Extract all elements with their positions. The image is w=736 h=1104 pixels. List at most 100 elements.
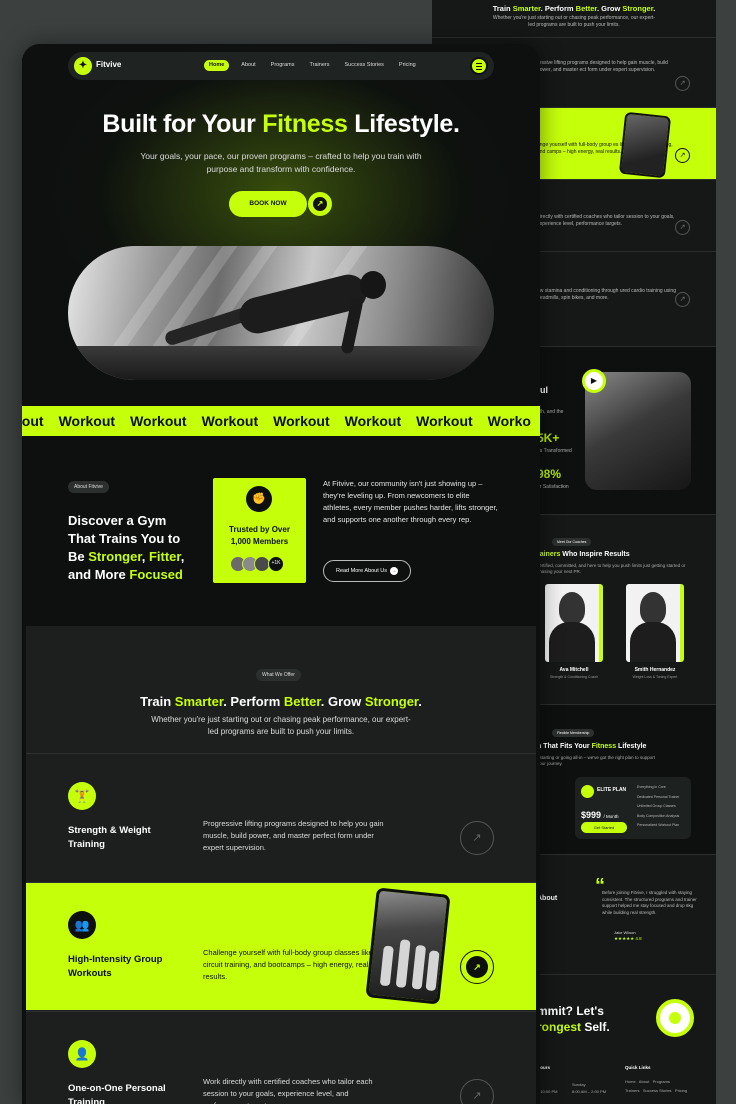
- arrow-right-icon: →: [390, 566, 399, 575]
- ticker-word: Workout: [273, 413, 330, 429]
- book-now-button[interactable]: BOOK NOW: [229, 191, 307, 217]
- brand-name[interactable]: Fitvive: [96, 60, 121, 69]
- plan-icon: [581, 785, 594, 798]
- ticker-word: Worko: [487, 413, 531, 429]
- trainer-card[interactable]: [626, 584, 684, 662]
- nav-pricing[interactable]: Pricing: [396, 60, 419, 71]
- bg-stats-text: gth, and the: [537, 409, 564, 415]
- trainer-body: [630, 622, 676, 662]
- trainer-role: Strength & Conditioning Coach: [549, 675, 599, 679]
- nav-success-stories[interactable]: Success Stories: [341, 60, 386, 71]
- bg-stat-label: es Transformed: [537, 448, 572, 454]
- plan-card: ELITE PLAN $999 / Month Get Started Ever…: [575, 777, 691, 839]
- service-text: Challenge yourself with full-body group …: [203, 948, 391, 981]
- ticker-word: Workout: [344, 413, 402, 429]
- testimonial-quote: Before joining Fitvive, I struggled with…: [602, 890, 697, 915]
- nav-links: Home About Programs Trainers Success Sto…: [204, 60, 419, 71]
- footer-hours: – 10:00 PM: [537, 1089, 558, 1094]
- bg-plans-subtitle: t starting or going all-in – we've got t…: [537, 755, 655, 766]
- bg-testimonial-title: About: [537, 895, 558, 902]
- bg-trainers-title: rainers Who Inspire Results: [537, 551, 630, 558]
- book-now-arrow-button[interactable]: ↗: [308, 192, 332, 216]
- dumbbell-icon[interactable]: ✦: [74, 57, 92, 75]
- trainer-body: [549, 622, 595, 662]
- offer-section: What We Offer Train Smarter. Perform Bet…: [26, 626, 536, 1104]
- hamburger-menu-icon[interactable]: [470, 57, 488, 75]
- bg-stat-number: 98%: [537, 467, 562, 481]
- offer-subtitle: Whether you're just starting out or chas…: [151, 715, 411, 736]
- plan-feature: Unlimited Group Classes: [637, 804, 676, 808]
- read-more-label: Read More About Us: [335, 568, 388, 574]
- testimonial-author: Jake Wilson: [614, 930, 636, 935]
- nav-about[interactable]: About: [238, 60, 258, 71]
- ticker-word: Workout: [130, 413, 187, 429]
- play-icon[interactable]: ▶: [582, 369, 606, 393]
- service-card[interactable]: 👤 One-on-One Personal Training Work dire…: [26, 1011, 536, 1104]
- service-card[interactable]: 🏋 Strength & Weight Training Progressive…: [26, 753, 536, 881]
- service-text: Progressive lifting programs designed to…: [203, 819, 384, 852]
- badge-center: [669, 1012, 681, 1024]
- footer-day: Sunday: [572, 1082, 586, 1087]
- trainer-photo: [640, 592, 666, 624]
- plan-feature: Personalized Workout Plan: [637, 823, 680, 827]
- footer-link[interactable]: Home About Programs: [625, 1079, 670, 1084]
- arrow-up-right-icon[interactable]: ↗: [460, 821, 494, 855]
- footer-link[interactable]: Trainers Success Stories Pricing: [625, 1088, 687, 1093]
- plan-feature: Everything in Core: [637, 785, 666, 789]
- bg-service-text: ow stamina and conditioning through ured…: [537, 288, 676, 301]
- service-title: High-Intensity Group Workouts: [68, 954, 163, 979]
- bg-stat-label: er Satisfaction: [537, 484, 569, 490]
- bg-cta-title: mmit? Let's rongest Self.: [537, 1004, 610, 1034]
- trainer-card[interactable]: [545, 584, 603, 662]
- plan-feature: Dedicated Personal Trainer: [637, 794, 680, 799]
- service-text: Work directly with certified coaches who…: [203, 1077, 373, 1104]
- personal-trainer-icon: 👤: [68, 1040, 96, 1068]
- hero-subtitle: Your goals, your pace, our proven progra…: [140, 151, 422, 174]
- group-workout-icon: 👥: [68, 911, 96, 939]
- workout-ticker: kout Workout Workout Workout Workout Workout W…: [22, 406, 540, 436]
- plan-feature: Body Composition Analysis: [637, 813, 680, 818]
- footer-hours: 8:00 AM – 2:00 PM: [572, 1089, 607, 1094]
- arrow-up-right-button[interactable]: ↗: [460, 950, 494, 984]
- arrow-up-right-icon: ↗: [313, 197, 327, 211]
- trusted-text: Trusted by Over 1,000 Members: [229, 525, 290, 546]
- bg-trainers-subtitle: certified, committed, and here to help y…: [537, 563, 686, 574]
- trainer-name: Ava Mitchell: [559, 667, 589, 673]
- trainer-name: Smith Hernandez: [634, 667, 676, 673]
- trainer-role: Weight Loss & Toning Expert: [632, 675, 678, 679]
- footer-links-heading: Quick Links: [625, 1065, 651, 1070]
- service-card-highlight[interactable]: 👥 High-Intensity Group Workouts Challeng…: [26, 882, 536, 1010]
- bg-plans-title: n That Fits Your Fitness Lifestyle: [537, 743, 647, 750]
- rotating-badge-icon: [656, 999, 694, 1037]
- nav-programs[interactable]: Programs: [268, 60, 298, 71]
- ticker-word: kout: [22, 413, 44, 429]
- bg-offer-subtitle: Whether you're just starting out or chas…: [492, 15, 656, 28]
- arrow-icon[interactable]: ↗: [675, 148, 690, 163]
- arrow-icon[interactable]: ↗: [675, 220, 690, 235]
- group-workout-photo: [618, 111, 672, 179]
- hero-section: ✦ Fitvive Home About Programs Trainers S…: [22, 44, 540, 404]
- hero-title: Built for Your Fitness Lifestyle.: [102, 110, 460, 138]
- ticker-word: Workout: [58, 413, 116, 429]
- plan-cta-button[interactable]: Get Started: [581, 822, 627, 833]
- arrow-up-right-icon[interactable]: ↗: [460, 1079, 494, 1104]
- bg-offer-title: Train Smarter. Perform Better. Grow Stro…: [492, 4, 656, 13]
- nav-home[interactable]: Home: [204, 60, 230, 71]
- offer-heading: Train Smarter. Perform Better. Grow Stro…: [140, 694, 422, 709]
- member-count-badge: +1K: [268, 556, 284, 572]
- nav-trainers[interactable]: Trainers: [307, 60, 333, 71]
- main-mockup: ✦ Fitvive Home About Programs Trainers S…: [22, 44, 540, 1104]
- bg-plans-tag: Flexible Membership: [552, 729, 595, 737]
- bg-service-text: ressive lifting programs designed to hel…: [537, 60, 668, 73]
- rating-stars: ★★★★★ 4.8: [614, 936, 642, 941]
- athlete-pushup-photo: [68, 246, 494, 380]
- bg-offer-header: Train Smarter. Perform Better. Grow Stro…: [432, 0, 716, 38]
- ticker-word: Workout: [201, 413, 259, 429]
- about-heading: Discover a Gym That Trains You to Be Str…: [68, 513, 185, 582]
- trainer-photo: [559, 592, 585, 624]
- read-more-button[interactable]: Read More About Us →: [323, 560, 411, 582]
- arrow-icon[interactable]: ↗: [675, 76, 690, 91]
- arrow-icon[interactable]: ↗: [675, 292, 690, 307]
- navbar: ✦ Fitvive Home About Programs Trainers S…: [68, 52, 494, 80]
- about-body: At Fitvive, our community isn't just sho…: [323, 479, 498, 524]
